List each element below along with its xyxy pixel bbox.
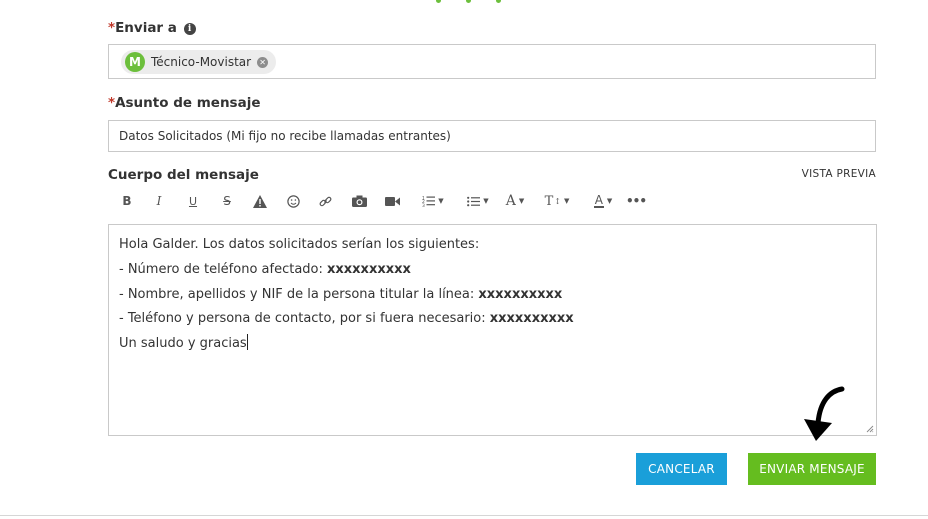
recipient-chip[interactable]: M Técnico-Movistar ✕ bbox=[121, 50, 277, 74]
resize-handle-icon[interactable] bbox=[866, 425, 874, 433]
to-label-text: Enviar a bbox=[115, 20, 177, 36]
recipient-field[interactable]: M Técnico-Movistar ✕ bbox=[108, 44, 876, 79]
body-line: Hola Galder. Los datos solicitados sería… bbox=[119, 237, 480, 252]
remove-recipient-icon[interactable]: ✕ bbox=[257, 56, 269, 68]
font-color-icon[interactable]: A ▼ bbox=[586, 190, 620, 212]
warning-icon[interactable] bbox=[252, 190, 268, 212]
info-icon[interactable]: i bbox=[183, 23, 196, 35]
link-icon[interactable] bbox=[317, 190, 333, 212]
subject-input[interactable]: Datos Solicitados (Mi fijo no recibe lla… bbox=[108, 120, 876, 152]
green-dots-decoration bbox=[430, 0, 510, 4]
font-size-icon[interactable]: T ↕ ▼ bbox=[543, 190, 571, 212]
strikethrough-icon[interactable]: S bbox=[220, 190, 234, 212]
italic-icon[interactable]: I bbox=[152, 190, 166, 212]
to-label: *Enviar a i bbox=[108, 20, 196, 36]
body-line: - Teléfono y persona de contacto, por si… bbox=[119, 311, 574, 327]
video-icon[interactable] bbox=[384, 190, 400, 212]
text-cursor bbox=[246, 334, 248, 351]
ordered-list-icon[interactable]: 123 ▼ bbox=[416, 190, 450, 212]
more-icon[interactable]: ••• bbox=[626, 190, 647, 212]
required-mark: * bbox=[108, 95, 116, 111]
required-mark: * bbox=[108, 20, 116, 36]
font-family-icon[interactable]: A ▼ bbox=[502, 190, 528, 212]
body-line: Un saludo y gracias bbox=[119, 334, 248, 352]
body-line: - Número de teléfono afectado: xxxxxxxxx… bbox=[119, 261, 411, 277]
unordered-list-icon[interactable]: ▼ bbox=[461, 190, 495, 212]
pointer-arrow-icon bbox=[796, 385, 848, 445]
svg-text:3: 3 bbox=[422, 203, 425, 207]
divider bbox=[0, 515, 928, 516]
emoji-icon[interactable] bbox=[285, 190, 301, 212]
body-line: - Nombre, apellidos y NIF de la persona … bbox=[119, 286, 563, 302]
bold-icon[interactable]: B bbox=[120, 190, 134, 212]
subject-label: *Asunto de mensaje bbox=[108, 95, 260, 111]
body-label: Cuerpo del mensaje bbox=[108, 167, 259, 183]
cancel-button[interactable]: CANCELAR bbox=[636, 453, 727, 485]
recipient-name: Técnico-Movistar bbox=[151, 55, 252, 69]
message-body-editor[interactable]: Hola Galder. Los datos solicitados sería… bbox=[108, 224, 877, 436]
movistar-logo-icon: M bbox=[125, 52, 145, 72]
subject-label-text: Asunto de mensaje bbox=[115, 95, 261, 111]
preview-link[interactable]: VISTA PREVIA bbox=[802, 168, 876, 180]
underline-icon[interactable]: U bbox=[186, 190, 200, 212]
send-message-button[interactable]: ENVIAR MENSAJE bbox=[748, 453, 876, 485]
camera-icon[interactable] bbox=[351, 190, 367, 212]
editor-toolbar: B I U S 123 ▼ ▼ A ▼ T ↕ ▼ A ▼ ••• bbox=[108, 190, 668, 212]
